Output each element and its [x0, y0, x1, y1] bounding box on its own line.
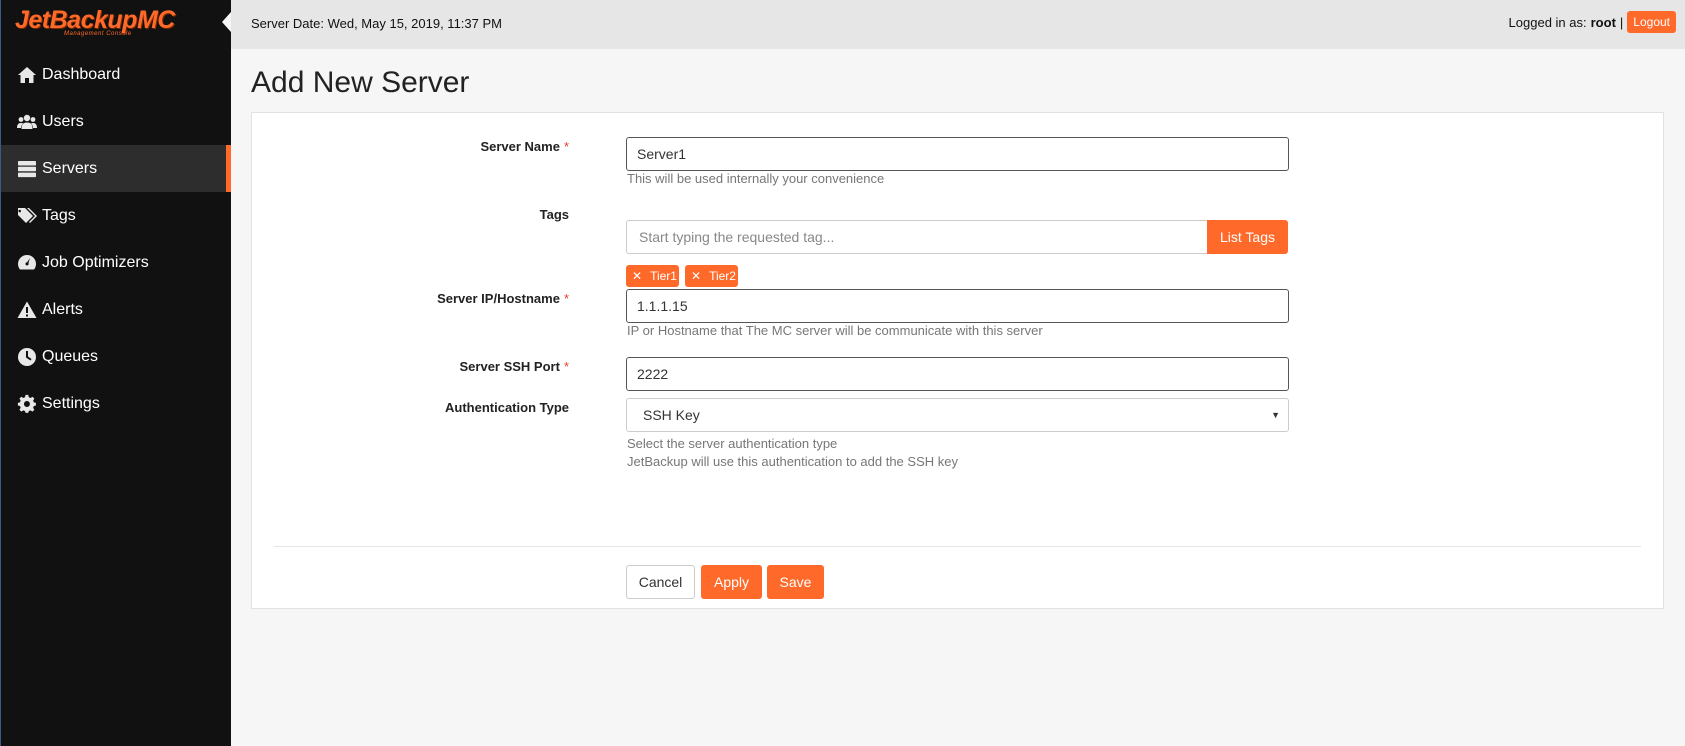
- list-tags-button[interactable]: List Tags: [1207, 220, 1288, 254]
- warning-icon: [16, 300, 38, 320]
- cancel-button[interactable]: Cancel: [626, 565, 695, 599]
- sidebar-item-tags[interactable]: Tags: [1, 192, 231, 239]
- server-name-help: This will be used internally your conven…: [627, 171, 885, 186]
- remove-tag-icon[interactable]: ✕: [632, 269, 642, 283]
- sidebar-nav: Dashboard Users Servers Tags Job Optimiz…: [1, 51, 231, 427]
- gauge-icon: [16, 253, 38, 273]
- hostname-label: Server IP/Hostname *: [437, 291, 569, 306]
- logout-button[interactable]: Logout: [1627, 11, 1676, 33]
- auth-type-help-2: JetBackup will use this authentication t…: [627, 454, 958, 469]
- tag-chip-label: Tier2: [709, 269, 736, 283]
- tag-search-placeholder: Start typing the requested tag...: [639, 229, 835, 245]
- remove-tag-icon[interactable]: ✕: [691, 269, 701, 283]
- logged-in-info: Logged in as: root | Logout: [1509, 11, 1676, 33]
- hostname-label-text: Server IP/Hostname: [437, 291, 560, 306]
- sidebar-item-label: Alerts: [42, 300, 83, 318]
- sidebar-notch: [222, 12, 231, 32]
- separator: |: [1619, 14, 1624, 30]
- clock-icon: [16, 347, 38, 367]
- tag-chip-tier1[interactable]: ✕ Tier1: [626, 265, 679, 287]
- sidebar-item-label: Job Optimizers: [42, 253, 149, 271]
- auth-type-label: Authentication Type: [445, 400, 569, 415]
- sidebar-item-servers[interactable]: Servers: [1, 145, 231, 192]
- sidebar-item-label: Dashboard: [42, 65, 121, 83]
- sidebar-item-settings[interactable]: Settings: [1, 380, 231, 427]
- add-server-form: Server Name * Server1 This will be used i…: [251, 112, 1664, 609]
- page-title: Add New Server: [251, 66, 470, 99]
- sidebar-item-dashboard[interactable]: Dashboard: [1, 51, 231, 98]
- tags-label: Tags: [539, 207, 569, 222]
- sidebar-item-label: Settings: [42, 394, 100, 412]
- server-name-value: Server1: [637, 146, 687, 162]
- hostname-help: IP or Hostname that The MC server will b…: [627, 323, 1043, 338]
- logo-subtitle: Management Console: [64, 31, 132, 37]
- sidebar-item-label: Queues: [42, 347, 99, 365]
- save-button[interactable]: Save: [767, 565, 824, 599]
- sidebar-item-alerts[interactable]: Alerts: [1, 286, 231, 333]
- sidebar-item-label: Tags: [42, 206, 76, 224]
- gear-icon: [16, 394, 38, 414]
- server-name-input[interactable]: Server1: [626, 137, 1289, 171]
- server-icon: [16, 159, 38, 179]
- required-marker: *: [563, 139, 569, 154]
- ssh-port-value: 2222: [637, 366, 669, 382]
- brand-logo[interactable]: JetBackupMC Management Console: [1, 0, 231, 48]
- sidebar-item-users[interactable]: Users: [1, 98, 231, 145]
- tag-search-input[interactable]: Start typing the requested tag...: [626, 220, 1207, 254]
- chevron-down-icon: ▼: [1271, 410, 1280, 420]
- hostname-value: 1.1.1.15: [637, 298, 688, 314]
- sidebar: JetBackupMC Management Console Dashboard…: [0, 0, 231, 746]
- ssh-port-input[interactable]: 2222: [626, 357, 1289, 391]
- auth-type-selected: SSH Key: [643, 407, 700, 423]
- top-bar: Server Date: Wed, May 15, 2019, 11:37 PM…: [231, 0, 1685, 49]
- ssh-port-label-text: Server SSH Port: [459, 359, 560, 374]
- logged-in-label: Logged in as:: [1508, 14, 1587, 30]
- users-icon: [16, 112, 38, 132]
- form-divider: [274, 546, 1641, 547]
- tag-chip-label: Tier1: [650, 269, 677, 283]
- auth-type-help-1: Select the server authentication type: [627, 436, 838, 451]
- required-marker: *: [563, 291, 569, 306]
- username: root: [1590, 14, 1616, 30]
- sidebar-item-label: Users: [42, 112, 84, 130]
- server-name-label-text: Server Name: [480, 139, 560, 154]
- ssh-port-label: Server SSH Port *: [460, 359, 570, 374]
- sidebar-item-job-optimizers[interactable]: Job Optimizers: [1, 239, 231, 286]
- required-marker: *: [563, 359, 569, 374]
- auth-type-select[interactable]: SSH Key ▼: [626, 398, 1289, 432]
- apply-button[interactable]: Apply: [701, 565, 762, 599]
- tag-chip-tier2[interactable]: ✕ Tier2: [685, 265, 738, 287]
- home-icon: [16, 65, 38, 85]
- server-name-label: Server Name *: [480, 139, 569, 154]
- tags-icon: [16, 206, 38, 226]
- sidebar-item-label: Servers: [42, 159, 98, 177]
- hostname-input[interactable]: 1.1.1.15: [626, 289, 1289, 323]
- sidebar-item-queues[interactable]: Queues: [1, 333, 231, 380]
- server-date: Server Date: Wed, May 15, 2019, 11:37 PM: [251, 16, 502, 31]
